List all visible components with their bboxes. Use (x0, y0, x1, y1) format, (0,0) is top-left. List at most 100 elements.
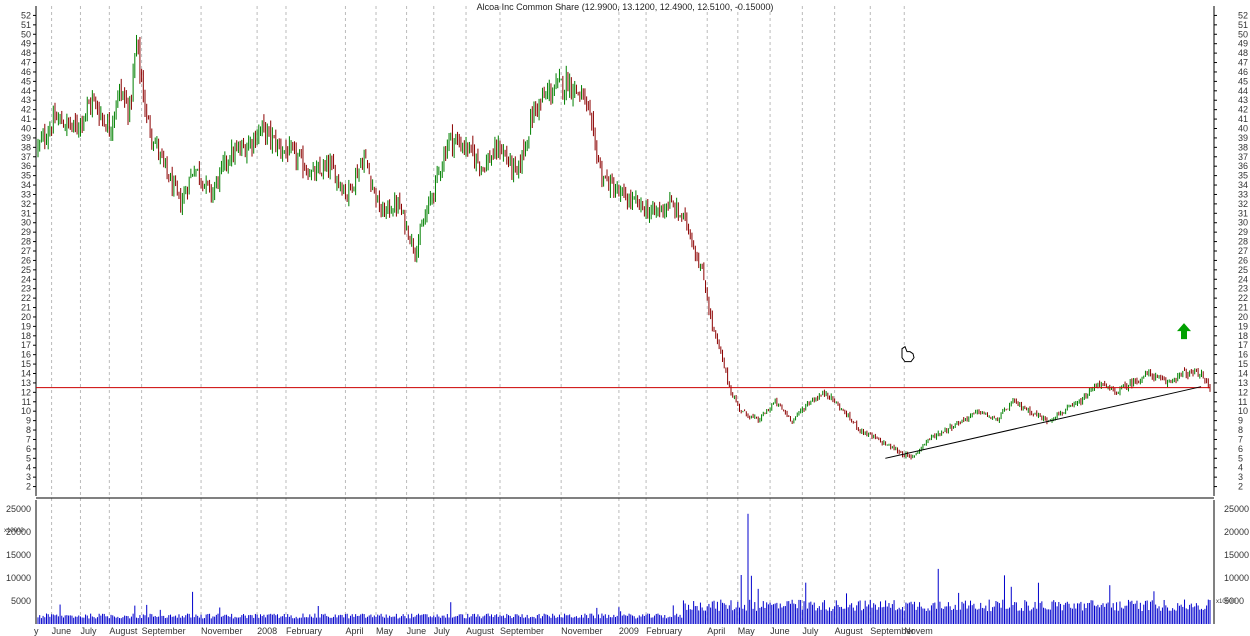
x-tick-label: July (802, 626, 819, 636)
volume-bars (37, 513, 1211, 624)
volume-tick-label-right: 25000 (1224, 504, 1249, 514)
y-tick-label-right: 34 (1238, 180, 1248, 190)
y-tick-label-left: 51 (21, 20, 31, 30)
y-tick-label-left: 9 (26, 416, 31, 426)
y-tick-label-left: 11 (22, 397, 31, 407)
y-tick-label-right: 51 (1238, 20, 1248, 30)
y-tick-label-right: 49 (1238, 39, 1248, 49)
x-tick-label: August (109, 626, 138, 636)
y-tick-label-right: 24 (1238, 274, 1248, 284)
y-tick-label-left: 43 (21, 95, 31, 105)
x-tick-label: y (34, 626, 39, 636)
y-tick-label-right: 20 (1238, 312, 1248, 322)
chart-title: Alcoa Inc Common Share (12.9900, 13.1200… (477, 2, 774, 12)
y-tick-label-left: 30 (21, 218, 31, 228)
y-tick-label-left: 26 (21, 255, 31, 265)
y-tick-label-right: 7 (1238, 434, 1243, 444)
y-tick-label-right: 35 (1238, 171, 1248, 181)
y-tick-label-right: 27 (1238, 246, 1248, 256)
y-tick-label-right: 6 (1238, 444, 1243, 454)
y-tick-label-left: 37 (21, 152, 31, 162)
y-tick-label-right: 31 (1238, 208, 1248, 218)
x-tick-label: September (500, 626, 544, 636)
y-tick-label-right: 25 (1238, 265, 1248, 275)
y-tick-label-right: 48 (1238, 48, 1248, 58)
y-tick-label-left: 5 (26, 453, 31, 463)
y-tick-label-left: 44 (21, 86, 31, 96)
y-tick-label-left: 8 (26, 425, 31, 435)
x-tick-label: August (466, 626, 495, 636)
y-tick-label-right: 2 (1238, 482, 1243, 492)
price-candles (37, 34, 1211, 460)
trendline (885, 386, 1202, 459)
y-tick-label-left: 23 (21, 284, 31, 294)
price-axes: 2 23 34 45 56 67 78 89 910 1011 1112 1213 1314 1415 15… (21, 6, 1248, 496)
volume-tick-label-right: 15000 (1224, 550, 1249, 560)
x-axis-labels: y June July August September November 2008 Febr… (34, 626, 933, 636)
y-tick-label-right: 18 (1238, 331, 1248, 341)
y-tick-label-left: 3 (26, 472, 31, 482)
arrow-shape (1177, 323, 1191, 340)
y-tick-label-right: 21 (1238, 303, 1248, 313)
y-tick-label-right: 3 (1238, 472, 1243, 482)
volume-tick-label-left: 25000 (6, 504, 31, 514)
x-tick-label: April (345, 626, 363, 636)
x-tick-label: 2009 (619, 626, 639, 636)
stock-chart: Alcoa Inc Common Share (12.9900, 13.1200… (4, 2, 1249, 636)
y-tick-label-left: 20 (21, 312, 31, 322)
y-tick-label-left: 2 (26, 482, 31, 492)
y-tick-label-right: 28 (1238, 237, 1248, 247)
y-tick-label-right: 23 (1238, 284, 1248, 294)
y-tick-label-left: 42 (21, 105, 31, 115)
y-tick-label-left: 25 (21, 265, 31, 275)
y-tick-label-right: 43 (1238, 95, 1248, 105)
volume-tick-label-left: 15000 (6, 550, 31, 560)
y-tick-label-right: 26 (1238, 255, 1248, 265)
y-tick-label-right: 37 (1238, 152, 1248, 162)
up-arrow-icon (1177, 323, 1191, 340)
y-tick-label-right: 15 (1238, 359, 1248, 369)
y-tick-label-left: 33 (21, 189, 31, 199)
x-tick-label: February (646, 626, 683, 636)
y-tick-label-right: 12 (1238, 387, 1248, 397)
y-tick-label-right: 36 (1238, 161, 1248, 171)
y-tick-label-left: 15 (21, 359, 31, 369)
y-tick-label-right: 46 (1238, 67, 1248, 77)
y-tick-label-right: 45 (1238, 76, 1248, 86)
y-tick-label-left: 21 (21, 303, 31, 313)
x-tick-label: April (707, 626, 725, 636)
y-tick-label-left: 48 (21, 48, 31, 58)
y-tick-label-right: 50 (1238, 29, 1248, 39)
y-tick-label-right: 32 (1238, 199, 1248, 209)
y-tick-label-right: 11 (1238, 397, 1247, 407)
x-tick-label: May (376, 626, 394, 636)
y-tick-label-right: 29 (1238, 227, 1248, 237)
y-tick-label-right: 14 (1238, 369, 1248, 379)
y-tick-label-left: 10 (21, 406, 31, 416)
y-tick-label-left: 41 (21, 114, 31, 124)
y-tick-label-right: 4 (1238, 463, 1243, 473)
y-tick-label-right: 19 (1238, 321, 1248, 331)
y-tick-label-right: 9 (1238, 416, 1243, 426)
x-tick-label: May (738, 626, 756, 636)
volume-scale-note-left: x10000 (4, 528, 24, 534)
y-tick-label-left: 27 (21, 246, 31, 256)
y-tick-label-right: 5 (1238, 453, 1243, 463)
x-tick-label: November (561, 626, 603, 636)
y-tick-label-left: 6 (26, 444, 31, 454)
y-tick-label-right: 10 (1238, 406, 1248, 416)
y-tick-label-left: 24 (21, 274, 31, 284)
y-tick-label-right: 30 (1238, 218, 1248, 228)
x-tick-label: September (142, 626, 186, 636)
y-tick-label-right: 17 (1238, 340, 1248, 350)
x-tick-label: Novem (904, 626, 933, 636)
y-tick-label-left: 45 (21, 76, 31, 86)
y-tick-label-left: 31 (21, 208, 31, 218)
y-tick-label-left: 36 (21, 161, 31, 171)
y-tick-label-right: 33 (1238, 189, 1248, 199)
hand-shape (901, 345, 915, 363)
y-tick-label-left: 17 (21, 340, 31, 350)
volume-tick-label-right: 10000 (1224, 573, 1249, 583)
y-tick-label-right: 8 (1238, 425, 1243, 435)
x-tick-label: June (770, 626, 790, 636)
